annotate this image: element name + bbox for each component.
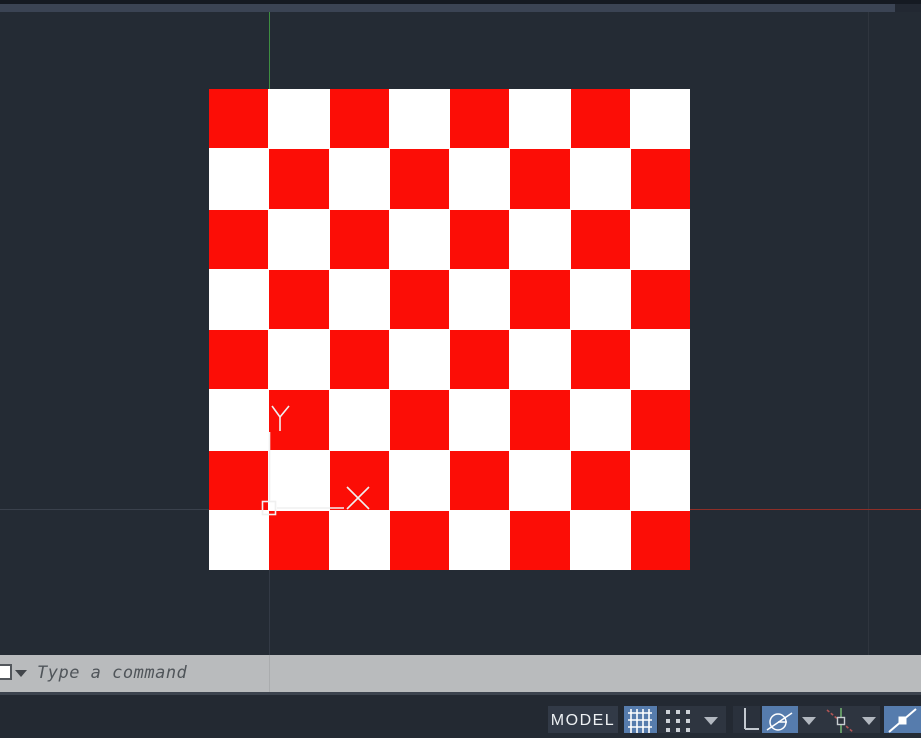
board-cell [510,390,570,450]
board-cell [570,269,630,329]
board-cell [570,89,630,149]
board-cell [389,510,449,570]
board-cell [510,89,570,149]
crosshair-vertical-line [269,12,270,89]
board-cell [510,209,570,269]
board-cell [269,89,329,149]
board-cell [329,390,389,450]
ribbon-strip-end [895,4,921,12]
snap-dropdown-caret-icon[interactable] [704,717,718,725]
board-cell [389,149,449,209]
board-cell [630,89,690,149]
board-cell [269,450,329,510]
board-cell [389,209,449,269]
board-cell [389,269,449,329]
ortho-icon [744,708,759,730]
board-cell [209,390,269,450]
command-bar-divider [269,655,270,692]
board-cell [269,390,329,450]
polar-tracking-button[interactable] [762,706,798,733]
board-cell [389,89,449,149]
board-cell [570,510,630,570]
board-cell [450,209,510,269]
status-bar: MODEL [0,692,921,733]
board-cell [329,89,389,149]
board-cell [269,510,329,570]
object-snap-button[interactable] [884,706,921,733]
board-cell [630,390,690,450]
ribbon-strip [0,4,921,12]
command-input[interactable]: Type a command [37,655,187,692]
board-cell [570,149,630,209]
crosshair-vertical-line-lower [269,570,270,655]
osnap-icon [888,708,917,733]
board-cell [269,149,329,209]
board-cell [329,330,389,390]
board-cell [209,450,269,510]
board-cell [630,209,690,269]
board-cell [450,89,510,149]
command-line-bar[interactable]: Type a command [0,655,921,692]
tracking-group [798,706,880,733]
crosshair-horizontal-right [690,509,921,510]
polar-icon [766,712,793,731]
board-cell [570,330,630,390]
board-cell [389,390,449,450]
board-cell [389,450,449,510]
command-window-icon[interactable] [0,664,12,680]
board-cell [329,149,389,209]
board-cell [450,450,510,510]
grid-icon [628,709,652,733]
autotrack-dropdown-caret-icon[interactable] [862,717,876,725]
board-cell [510,149,570,209]
board-cell [630,269,690,329]
board-cell [630,450,690,510]
board-cell [570,390,630,450]
board-cell [209,209,269,269]
checkerboard-drawing [209,89,690,570]
board-cell [630,330,690,390]
board-cell [329,269,389,329]
board-cell [450,510,510,570]
board-cell [329,510,389,570]
board-cell [329,209,389,269]
board-cell [450,390,510,450]
autotrack-icon[interactable] [820,706,860,733]
board-cell [630,510,690,570]
command-history-caret-icon[interactable] [15,670,27,677]
viewport-edge [868,12,869,655]
board-cell [269,209,329,269]
board-cell [630,149,690,209]
board-cell [510,269,570,329]
board-cell [510,450,570,510]
snap-dots-icon[interactable] [665,709,695,736]
board-cell [570,209,630,269]
model-space-canvas[interactable] [0,12,921,655]
board-cell [450,149,510,209]
board-cell [209,510,269,570]
board-cell [209,330,269,390]
board-cell [570,450,630,510]
board-cell [209,89,269,149]
polar-dropdown-caret-icon[interactable] [802,717,816,725]
board-cell [209,149,269,209]
board-cell [209,269,269,329]
board-cell [389,330,449,390]
grid-display-button[interactable] [624,706,657,733]
crosshair-horizontal-left [0,509,209,510]
board-cell [329,450,389,510]
board-cell [510,330,570,390]
ortho-mode-button[interactable] [733,706,760,733]
board-cell [269,269,329,329]
board-cell [450,269,510,329]
board-cell [510,510,570,570]
board-cell [450,330,510,390]
snap-mode-group [658,706,726,733]
board-cell [269,330,329,390]
model-space-button[interactable]: MODEL [548,706,618,733]
